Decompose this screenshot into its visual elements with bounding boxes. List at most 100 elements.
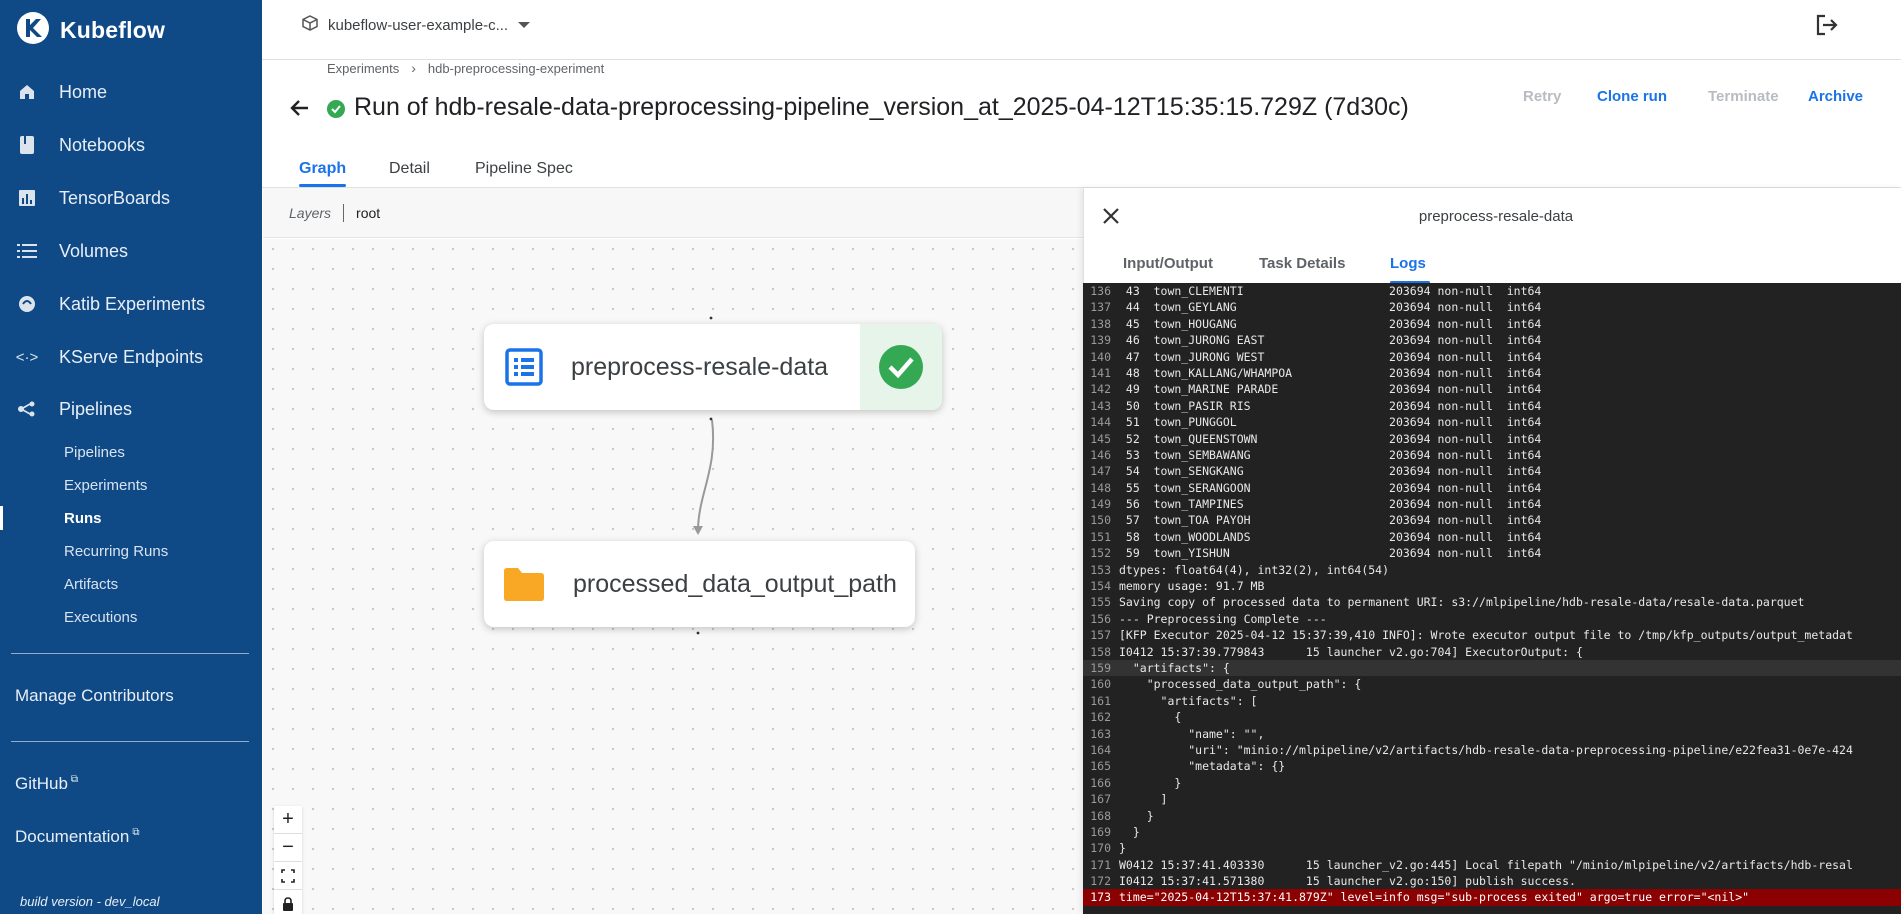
sidebar-item-home[interactable]: Home bbox=[0, 72, 262, 112]
clone-run-button[interactable]: Clone run bbox=[1597, 88, 1667, 105]
graph-canvas[interactable]: preprocess-resale-data processed_data_ou… bbox=[263, 239, 1083, 914]
log-line: 159 "artifacts": { bbox=[1083, 659, 1901, 677]
log-line: 147 54 town_SENGKANG 203694 non-null int… bbox=[1083, 463, 1901, 479]
log-line-text: 43 town_CLEMENTI 203694 non-null int64 bbox=[1119, 284, 1542, 298]
tab-graph[interactable]: Graph bbox=[299, 160, 346, 178]
log-line-text: { bbox=[1119, 710, 1182, 725]
sidebar-subitem-runs[interactable]: Runs bbox=[64, 510, 102, 527]
back-button[interactable] bbox=[288, 96, 312, 120]
panel-tab-logs[interactable]: Logs bbox=[1390, 255, 1426, 272]
log-line-text: } bbox=[1119, 824, 1140, 839]
graph-node-preprocess[interactable]: preprocess-resale-data bbox=[484, 324, 942, 410]
documentation-link[interactable]: Documentation ⧉ bbox=[15, 827, 139, 847]
kubeflow-logo-icon bbox=[16, 11, 50, 50]
log-line-number: 157 bbox=[1090, 628, 1111, 643]
log-line-number: 140 bbox=[1090, 349, 1111, 364]
log-line-number: 160 bbox=[1090, 677, 1111, 692]
log-line-text: Saving copy of processed data to permane… bbox=[1119, 595, 1805, 610]
namespace-value: kubeflow-user-example-c... bbox=[328, 16, 509, 34]
log-line-text: W0412 15:37:41.403330 15 launcher_v2.go:… bbox=[1119, 857, 1853, 872]
sidebar-item-label: TensorBoards bbox=[59, 187, 171, 208]
sidebar-subitem-pipelines[interactable]: Pipelines bbox=[64, 444, 125, 461]
sidebar-item-katib[interactable]: Katib Experiments bbox=[0, 284, 262, 324]
log-line-text: 56 town_TAMPINES 203694 non-null int64 bbox=[1119, 497, 1542, 512]
sidebar-item-kserve[interactable]: <·> KServe Endpoints bbox=[0, 337, 262, 377]
pipeline-icon bbox=[16, 398, 38, 420]
log-line-text: 51 town_PUNGGOL 203694 non-null int64 bbox=[1119, 415, 1542, 430]
log-line-number: 151 bbox=[1090, 529, 1111, 544]
log-line: 150 57 town_TOA PAYOH 203694 non-null in… bbox=[1083, 512, 1901, 528]
terminate-button[interactable]: Terminate bbox=[1708, 88, 1779, 105]
panel-title: preprocess-resale-data bbox=[1418, 208, 1574, 225]
log-line: 162 { bbox=[1083, 709, 1901, 725]
node-handle bbox=[709, 316, 713, 320]
active-indicator bbox=[0, 506, 3, 530]
log-line-number: 136 bbox=[1090, 284, 1111, 298]
log-line-text: 48 town_KALLANG/WHAMPOA 203694 non-null … bbox=[1119, 365, 1542, 380]
lock-button[interactable] bbox=[274, 890, 302, 914]
check-circle-icon bbox=[879, 345, 923, 389]
log-line: 160 "processed_data_output_path": { bbox=[1083, 676, 1901, 692]
logout-icon[interactable] bbox=[1813, 11, 1841, 39]
sidebar-subitem-experiments[interactable]: Experiments bbox=[64, 477, 147, 494]
log-line: 167 ] bbox=[1083, 791, 1901, 807]
log-line-text: } bbox=[1119, 808, 1154, 823]
tab-pipeline-spec[interactable]: Pipeline Spec bbox=[475, 160, 573, 178]
zoom-in-button[interactable]: + bbox=[274, 806, 302, 834]
chevron-right-icon: › bbox=[411, 60, 416, 76]
log-line-number: 156 bbox=[1090, 611, 1111, 626]
log-line: 163 "name": "", bbox=[1083, 726, 1901, 742]
fit-view-button[interactable] bbox=[274, 862, 302, 890]
log-line: 152 59 town_YISHUN 203694 non-null int64 bbox=[1083, 545, 1901, 561]
log-line: 138 45 town_HOUGANG 203694 non-null int6… bbox=[1083, 316, 1901, 332]
layers-root[interactable]: root bbox=[356, 205, 380, 221]
sidebar-item-tensorboards[interactable]: TensorBoards bbox=[0, 178, 262, 218]
log-line: 143 50 town_PASIR RIS 203694 non-null in… bbox=[1083, 398, 1901, 414]
log-line-text: "artifacts": { bbox=[1119, 660, 1230, 675]
log-line-text: "uri": "minio://mlpipeline/v2/artifacts/… bbox=[1119, 742, 1853, 757]
sidebar-item-pipelines[interactable]: Pipelines bbox=[0, 389, 262, 429]
panel-tab-input-output[interactable]: Input/Output bbox=[1123, 255, 1213, 272]
log-line-text: 53 town_SEMBAWANG 203694 non-null int64 bbox=[1119, 447, 1542, 462]
documentation-link-label: Documentation bbox=[15, 827, 130, 846]
sidebar-item-notebooks[interactable]: Notebooks bbox=[0, 125, 262, 165]
external-link-icon: ⧉ bbox=[132, 827, 140, 839]
namespace-selector[interactable]: kubeflow-user-example-c... bbox=[302, 13, 531, 37]
log-line: 154 memory usage: 91.7 MB bbox=[1083, 578, 1901, 594]
log-line-number: 153 bbox=[1090, 562, 1111, 577]
retry-button[interactable]: Retry bbox=[1523, 88, 1561, 105]
sidebar-item-volumes[interactable]: Volumes bbox=[0, 231, 262, 271]
log-line: 169 } bbox=[1083, 824, 1901, 840]
tab-detail[interactable]: Detail bbox=[389, 160, 430, 178]
log-line-number: 173 bbox=[1090, 890, 1111, 905]
brand-name: Kubeflow bbox=[60, 16, 166, 43]
graph-node-artifact[interactable]: processed_data_output_path bbox=[484, 541, 915, 627]
brand[interactable]: Kubeflow bbox=[16, 10, 165, 50]
sidebar-item-label: Pipelines bbox=[59, 398, 133, 419]
lock-icon bbox=[283, 896, 293, 911]
log-line-text: 57 town_TOA PAYOH 203694 non-null int64 bbox=[1119, 513, 1542, 528]
sidebar-subitem-executions[interactable]: Executions bbox=[64, 609, 137, 626]
panel-tab-task-details[interactable]: Task Details bbox=[1259, 255, 1345, 272]
log-line: 136 43 town_CLEMENTI 203694 non-null int… bbox=[1083, 283, 1901, 299]
archive-button[interactable]: Archive bbox=[1808, 88, 1863, 105]
node-label: preprocess-resale-data bbox=[571, 352, 829, 381]
manage-contributors-link[interactable]: Manage Contributors bbox=[15, 686, 174, 706]
log-line-number: 152 bbox=[1090, 546, 1111, 561]
github-link[interactable]: GitHub ⧉ bbox=[15, 774, 78, 794]
log-line-number: 144 bbox=[1090, 415, 1111, 430]
breadcrumb-experiment[interactable]: hdb-preprocessing-experiment bbox=[428, 61, 604, 76]
breadcrumb-experiments[interactable]: Experiments bbox=[327, 61, 399, 76]
sidebar-subitem-recurring-runs[interactable]: Recurring Runs bbox=[64, 543, 168, 560]
log-line: 141 48 town_KALLANG/WHAMPOA 203694 non-n… bbox=[1083, 365, 1901, 381]
zoom-out-button[interactable]: − bbox=[274, 834, 302, 862]
sidebar-subitem-artifacts[interactable]: Artifacts bbox=[64, 576, 118, 593]
sidebar-item-label: Home bbox=[59, 81, 108, 102]
log-line-number: 168 bbox=[1090, 808, 1111, 823]
external-link-icon: ⧉ bbox=[70, 774, 79, 786]
log-viewer[interactable]: 136 43 town_CLEMENTI 203694 non-null int… bbox=[1083, 283, 1901, 914]
log-line-text: time="2025-04-12T15:37:41.879Z" level=in… bbox=[1119, 890, 1750, 905]
log-line-number: 139 bbox=[1090, 333, 1111, 348]
log-line-number: 145 bbox=[1090, 431, 1111, 446]
katib-icon bbox=[16, 293, 38, 315]
